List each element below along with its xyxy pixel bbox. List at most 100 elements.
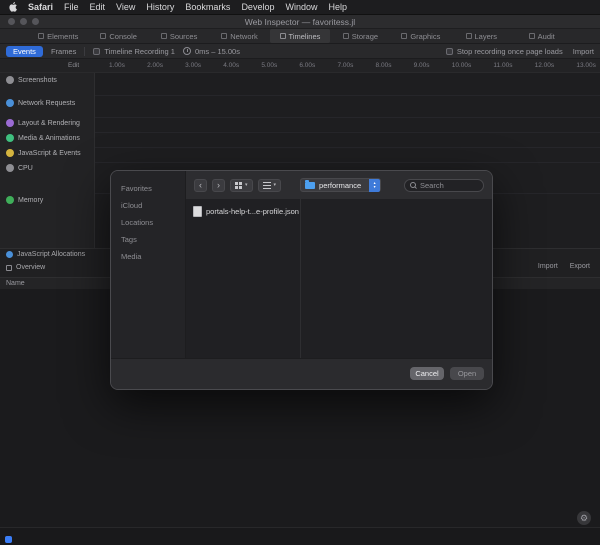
recording-label: Timeline Recording 1 xyxy=(104,47,175,56)
search-icon xyxy=(410,182,417,189)
timeline-label: Media & Animations xyxy=(18,135,80,142)
media-animations-icon xyxy=(6,134,14,142)
screen: Safari File Edit View History Bookmarks … xyxy=(0,0,600,545)
tab-storage[interactable]: Storage xyxy=(330,29,390,43)
cancel-button[interactable]: Cancel xyxy=(410,367,444,380)
sidebar-section-icloud[interactable]: iCloud xyxy=(111,197,185,214)
timeline-row-layout-rendering[interactable]: Layout & Rendering xyxy=(6,119,80,127)
apple-logo-icon[interactable] xyxy=(9,2,17,12)
overview-label: Overview xyxy=(16,264,45,271)
timeline-label: CPU xyxy=(18,165,33,172)
menu-file[interactable]: File xyxy=(64,2,79,12)
search-input[interactable] xyxy=(420,181,478,190)
sidebar-section-locations[interactable]: Locations xyxy=(111,214,185,231)
timeline-row-screenshots[interactable]: Screenshots xyxy=(6,76,57,84)
timeline-ruler[interactable]: Edit 1.00s 2.00s 3.00s 4.00s 5.00s 6.00s… xyxy=(0,59,600,73)
menu-history[interactable]: History xyxy=(146,2,174,12)
timeline-row-memory[interactable]: Memory xyxy=(6,196,43,204)
back-button[interactable]: ‹ xyxy=(194,179,207,192)
timeline-row-javascript-events[interactable]: JavaScript & Events xyxy=(6,149,81,157)
menu-develop[interactable]: Develop xyxy=(241,2,274,12)
document-icon xyxy=(193,206,202,217)
forward-button[interactable]: › xyxy=(212,179,225,192)
clock-icon xyxy=(183,47,191,55)
band-divider xyxy=(95,117,600,118)
stop-recording-option[interactable]: Stop recording once page loads xyxy=(446,47,563,56)
menu-window[interactable]: Window xyxy=(285,2,317,12)
tab-label: Sources xyxy=(170,32,198,41)
tab-graphics[interactable]: Graphics xyxy=(391,29,451,43)
timeline-recording-control[interactable]: Timeline Recording 1 xyxy=(93,47,175,56)
tab-label: Console xyxy=(109,32,137,41)
list-view-icon xyxy=(263,185,271,186)
tab-label: Timelines xyxy=(289,32,321,41)
sidebar-section-tags[interactable]: Tags xyxy=(111,231,185,248)
javascript-allocations-row[interactable]: JavaScript Allocations xyxy=(6,251,85,258)
tab-label: Network xyxy=(230,32,258,41)
tab-network[interactable]: Network xyxy=(209,29,269,43)
overview-selector[interactable]: Overview xyxy=(6,264,45,271)
inspector-tab-bar: Elements Console Sources Network Timelin… xyxy=(0,29,600,44)
elements-icon xyxy=(38,33,44,39)
layers-icon xyxy=(466,33,472,39)
stop-recording-checkbox[interactable] xyxy=(446,48,453,55)
menu-help[interactable]: Help xyxy=(328,2,347,12)
chevron-down-icon: ▾ xyxy=(245,182,248,188)
ruler-tick: 3.00s xyxy=(185,62,201,69)
tab-label: Elements xyxy=(47,32,78,41)
storage-icon xyxy=(343,33,349,39)
javascript-events-icon xyxy=(6,149,14,157)
sidebar-section-favorites[interactable]: Favorites xyxy=(111,180,185,197)
snapshot-import-button[interactable]: Import xyxy=(538,263,558,270)
layout-rendering-icon xyxy=(6,119,14,127)
file-name: portals-help-t...e-profile.json xyxy=(206,207,299,216)
time-range-control: 0ms – 15.00s xyxy=(183,47,240,56)
search-field[interactable] xyxy=(404,179,484,192)
folder-icon xyxy=(305,182,315,189)
ruler-tick: 8.00s xyxy=(376,62,392,69)
sidebar-section-media[interactable]: Media xyxy=(111,248,185,265)
import-button[interactable]: Import xyxy=(573,47,594,56)
events-segment[interactable]: Events xyxy=(6,46,43,57)
ruler-tick: 9.00s xyxy=(414,62,430,69)
tab-audit[interactable]: Audit xyxy=(512,29,572,43)
menu-edit[interactable]: Edit xyxy=(90,2,106,12)
tab-label: Storage xyxy=(352,32,378,41)
tab-elements[interactable]: Elements xyxy=(28,29,88,43)
ruler-tick: 4.00s xyxy=(223,62,239,69)
timeline-row-media-animations[interactable]: Media & Animations xyxy=(6,134,80,142)
tab-layers[interactable]: Layers xyxy=(451,29,511,43)
name-column-label: Name xyxy=(6,280,25,287)
folder-popup[interactable]: performance ▴▾ xyxy=(300,178,381,192)
dialog-sidebar: Favorites iCloud Locations Tags Media xyxy=(111,171,186,358)
timeline-label: Screenshots xyxy=(18,77,57,84)
menu-safari[interactable]: Safari xyxy=(28,2,53,12)
ruler-tick: 5.00s xyxy=(261,62,277,69)
timeline-row-network-requests[interactable]: Network Requests xyxy=(6,99,75,107)
open-button[interactable]: Open xyxy=(450,367,484,380)
view-mode-button[interactable]: ▾ xyxy=(230,179,253,192)
edit-timelines-button[interactable]: Edit xyxy=(68,62,79,69)
tab-console[interactable]: Console xyxy=(88,29,148,43)
grid-view-icon xyxy=(235,182,238,185)
tab-sources[interactable]: Sources xyxy=(149,29,209,43)
ruler-ticks: 1.00s 2.00s 3.00s 4.00s 5.00s 6.00s 7.00… xyxy=(95,62,600,69)
recording-checkbox[interactable] xyxy=(93,48,100,55)
ruler-tick: 10.00s xyxy=(452,62,472,69)
menu-bookmarks[interactable]: Bookmarks xyxy=(185,2,230,12)
timeline-label: Network Requests xyxy=(18,100,75,107)
snapshot-export-button[interactable]: Export xyxy=(570,263,590,270)
ruler-tick: 12.00s xyxy=(535,62,555,69)
menu-view[interactable]: View xyxy=(116,2,135,12)
ruler-tick: 1.00s xyxy=(109,62,125,69)
sources-icon xyxy=(161,33,167,39)
file-item[interactable]: portals-help-t...e-profile.json xyxy=(193,206,299,217)
timeline-row-cpu[interactable]: CPU xyxy=(6,164,33,172)
frames-segment[interactable]: Frames xyxy=(51,47,76,56)
group-by-button[interactable]: ▾ xyxy=(258,179,282,192)
file-browser[interactable]: portals-help-t...e-profile.json xyxy=(186,199,492,358)
network-requests-icon xyxy=(6,99,14,107)
gear-icon[interactable]: ⚙ xyxy=(577,511,591,525)
tab-timelines[interactable]: Timelines xyxy=(270,29,330,43)
network-icon xyxy=(221,33,227,39)
